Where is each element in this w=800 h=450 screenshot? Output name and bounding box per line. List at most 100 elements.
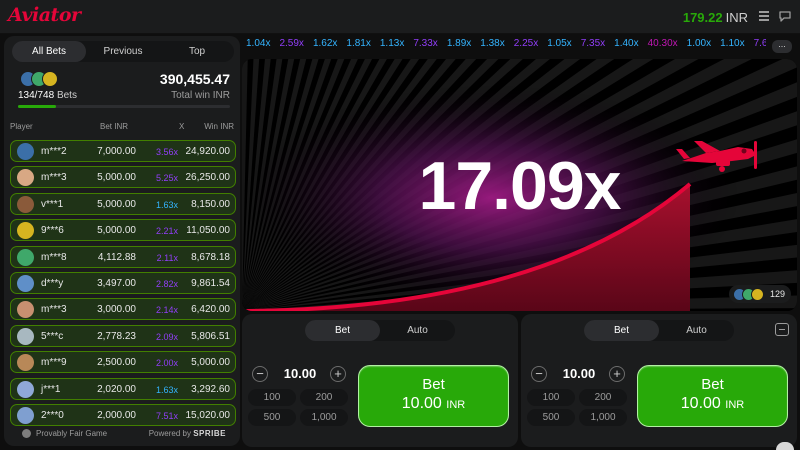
avatar [42, 71, 58, 87]
history-multiplier: 1.89x [446, 38, 472, 49]
avatar [17, 143, 34, 160]
chat-icon[interactable] [778, 9, 792, 23]
bet-row: m***3 5,000.00 5.25x 26,250.00 [10, 166, 236, 189]
avatar [17, 195, 34, 213]
tab-bet[interactable]: Bet [584, 320, 659, 341]
provably-fair-link[interactable]: Provably Fair Game [36, 429, 107, 438]
history-multiplier: 1.05x [547, 38, 572, 49]
shield-icon [22, 429, 31, 438]
cashout-multiplier: 2.21x [155, 226, 178, 237]
history-multiplier: 7.35x [580, 38, 606, 49]
total-win-amount: 390,455.47 [159, 71, 230, 87]
cashout-multiplier: 7.51x [155, 410, 178, 421]
history-multiplier: 1.81x [346, 38, 371, 49]
avatar [17, 274, 34, 292]
cashout-multiplier: 1.63x [155, 199, 178, 210]
bet-button-label: Bet [701, 376, 724, 393]
bet-button-amount: 10.00 INR [680, 395, 745, 412]
bet-amount: 5,000.00 [97, 225, 136, 237]
win-amount: 5,806.51 [191, 330, 230, 342]
player-name: 9***6 [41, 225, 64, 237]
avatar [17, 222, 34, 240]
bet-amount: 2,020.00 [97, 383, 136, 395]
bet-mode-switch: Bet Auto [584, 320, 734, 341]
cashout-multiplier: 2.11x [156, 252, 178, 263]
bet-button[interactable]: Bet 10.00 INR [358, 365, 509, 427]
history-multiplier: 1.10x [720, 38, 745, 49]
panel-footer: Provably Fair Game Powered by SPRIBE [4, 426, 240, 442]
bets-table-header: Player Bet INR X Win INR [4, 122, 240, 134]
history-more-button[interactable]: ... [772, 40, 792, 53]
tab-all-bets[interactable]: All Bets [12, 41, 86, 62]
bets-count: 134/748 Bets [18, 90, 77, 101]
decrease-button[interactable]: − [531, 366, 547, 382]
bet-button-label: Bet [422, 376, 445, 393]
bet-mode-switch: Bet Auto [305, 320, 455, 341]
cashout-multiplier: 5.25x [155, 173, 178, 184]
bet-button[interactable]: Bet 10.00 INR [637, 365, 788, 427]
stake-input[interactable]: 10.00 [551, 366, 607, 381]
avatar [17, 380, 34, 398]
win-amount: 6,420.00 [191, 304, 230, 316]
game-canvas: 17.09x 129 [242, 59, 797, 311]
total-win-label: Total win INR [171, 90, 230, 101]
bet-row: d***y 3,497.00 2.82x 9,861.54 [10, 271, 236, 294]
player-name: m***3 [41, 304, 67, 316]
bet-row: m***9 2,500.00 2.00x 5,000.00 [10, 351, 236, 374]
increase-button[interactable]: + [330, 366, 346, 382]
col-player: Player [10, 122, 33, 131]
quick-amount-200[interactable]: 200 [579, 389, 627, 406]
quick-amount-500[interactable]: 500 [527, 409, 575, 426]
tab-bet[interactable]: Bet [305, 320, 380, 341]
quick-amount-100[interactable]: 100 [248, 389, 296, 406]
bet-row: m***3 3,000.00 2.14x 6,420.00 [10, 298, 236, 321]
chat-bubble-icon[interactable] [776, 442, 794, 450]
tab-top[interactable]: Top [160, 41, 234, 62]
win-amount: 24,920.00 [185, 146, 231, 157]
tab-auto[interactable]: Auto [659, 320, 734, 341]
menu-icon[interactable] [758, 9, 772, 23]
increase-button[interactable]: + [609, 366, 625, 382]
player-name: d***y [41, 277, 64, 289]
quick-amount-500[interactable]: 500 [248, 409, 296, 426]
bet-row: 5***c 2,778.23 2.09x 5,806.51 [10, 324, 236, 347]
tab-auto[interactable]: Auto [380, 320, 455, 341]
decrease-button[interactable]: − [252, 366, 268, 382]
bets-progress-fill [18, 105, 57, 108]
history-multiplier: 1.04x [246, 38, 271, 49]
quick-amount-100[interactable]: 100 [527, 389, 575, 406]
bet-row: m***8 4,112.88 2.11x 8,678.18 [10, 245, 236, 268]
balance-amount: 179.22 [682, 10, 723, 25]
balance-currency: INR [725, 10, 748, 25]
history-multiplier: 1.13x [379, 38, 405, 49]
stake-input[interactable]: 10.00 [272, 366, 328, 381]
bet-row: 2***0 2,000.00 7.51x 15,020.00 [10, 403, 236, 426]
stake-stepper: − 10.00 + [248, 363, 352, 385]
win-amount: 26,250.00 [185, 172, 231, 184]
remove-panel-icon[interactable] [775, 323, 789, 336]
player-name: m***9 [41, 357, 67, 369]
multiplier-history: 1.04x 2.59x 1.62x 1.81x 1.13x 7.33x 1.89x 1.38x… [246, 38, 766, 54]
powered-by: Powered by SPRIBE [148, 429, 226, 438]
col-win: Win INR [204, 122, 234, 131]
bet-amount: 2,000.00 [97, 409, 136, 421]
avatar [17, 327, 34, 345]
bets-tabs: All Bets Previous Top [12, 41, 234, 62]
bet-button-amount: 10.00 INR [401, 395, 466, 412]
history-multiplier: 1.62x [312, 38, 338, 49]
quick-amount-200[interactable]: 200 [300, 389, 348, 406]
bet-row: 9***6 5,000.00 2.21x 11,050.00 [10, 219, 236, 242]
bet-amount: 5,000.00 [97, 172, 136, 184]
avatar [17, 248, 34, 266]
quick-amount-1000[interactable]: 1,000 [579, 409, 627, 426]
quick-amount-1000[interactable]: 1,000 [300, 409, 348, 426]
tab-previous[interactable]: Previous [86, 41, 160, 62]
avatar-stack [20, 71, 58, 87]
aviator-logo[interactable]: Aviator [8, 4, 81, 26]
cashout-multiplier: 2.00x [155, 358, 178, 369]
online-players-badge: 129 [728, 285, 791, 303]
bets-list: m***2 7,000.00 3.56x 24,920.00 m***3 5,000.00… [10, 140, 236, 430]
avatar [750, 287, 764, 301]
bets-summary: 134/748 Bets 390,455.47 Total win INR [12, 68, 234, 112]
cashout-multiplier: 2.09x [155, 331, 178, 342]
